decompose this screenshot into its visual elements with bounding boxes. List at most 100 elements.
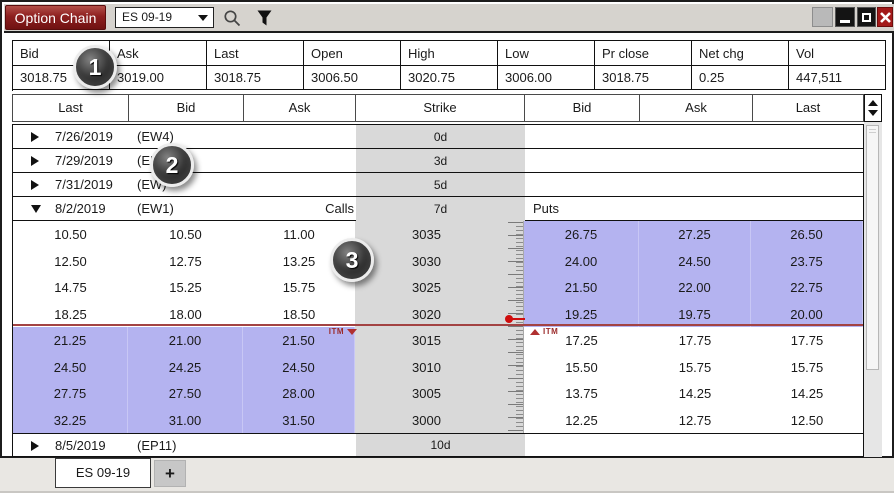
itm-label: ITM <box>543 327 558 336</box>
close-button[interactable] <box>877 7 893 27</box>
quote-value-prclose: 3018.75 <box>595 66 692 90</box>
put-bid-cell[interactable]: 21.50 <box>524 274 639 301</box>
expiry-date: 8/5/2019 <box>55 438 137 453</box>
put-ask-cell[interactable]: 24.50 <box>639 248 751 275</box>
instrument-dropdown[interactable]: ES 09-19 <box>115 7 214 28</box>
call-last-cell[interactable]: 21.25 <box>13 327 128 354</box>
expiry-row-7-26[interactable]: 7/26/2019 (EW4) 0d <box>13 125 863 149</box>
call-ask-cell[interactable]: 31.50 <box>243 407 355 434</box>
call-last-cell[interactable]: 12.50 <box>13 248 128 275</box>
put-bid-cell[interactable]: 15.50 <box>524 354 639 381</box>
expiry-row-8-2[interactable]: 8/2/2019 (EW1) Calls 7d Puts <box>13 197 863 221</box>
call-bid-cell[interactable]: 27.50 <box>128 380 243 407</box>
quote-value-open: 3006.50 <box>304 66 401 90</box>
annotation-badge-3: 3 <box>330 238 374 282</box>
call-bid-cell[interactable]: 10.50 <box>128 221 243 248</box>
put-bid-cell[interactable]: 24.00 <box>524 248 639 275</box>
put-ask-cell[interactable]: 27.25 <box>639 221 751 248</box>
call-ask-cell[interactable]: 24.50 <box>243 354 355 381</box>
collapse-arrow-icon <box>31 205 41 213</box>
put-bid-cell[interactable]: 26.75 <box>524 221 639 248</box>
put-ask-cell[interactable]: 15.75 <box>639 354 751 381</box>
call-bid-cell[interactable]: 12.75 <box>128 248 243 275</box>
expand-arrow-icon <box>31 180 39 190</box>
instrument-dropdown-value: ES 09-19 <box>122 10 172 24</box>
blank-button[interactable] <box>812 7 833 27</box>
col-header-call-bid: Bid <box>128 94 244 122</box>
call-last-cell[interactable]: 32.25 <box>13 407 128 434</box>
col-header-put-ask: Ask <box>639 94 753 122</box>
filter-icon[interactable] <box>256 9 273 32</box>
call-last-cell[interactable]: 27.75 <box>13 380 128 407</box>
put-last-cell[interactable]: 26.50 <box>751 221 863 248</box>
expiry-code: (EW4) <box>137 129 174 144</box>
strike-cell: 3030 <box>355 248 524 275</box>
put-last-cell[interactable]: 12.50 <box>751 407 863 434</box>
call-bid-cell[interactable]: 24.25 <box>128 354 243 381</box>
atm-price-line <box>13 324 863 326</box>
maximize-icon <box>862 13 871 22</box>
put-last-cell[interactable]: 22.75 <box>751 274 863 301</box>
days-to-expiry: 10d <box>356 434 525 456</box>
calls-itm-marker: ITM <box>285 327 357 336</box>
strike-ruler <box>500 221 524 433</box>
put-last-cell[interactable]: 15.75 <box>751 354 863 381</box>
vertical-scrollbar[interactable] <box>864 122 882 457</box>
put-last-cell[interactable]: 23.75 <box>751 248 863 275</box>
put-bid-cell[interactable]: 12.25 <box>524 407 639 434</box>
expiry-row-7-31[interactable]: 7/31/2019 (EW) 5d <box>13 173 863 197</box>
expiry-date: 7/26/2019 <box>55 129 137 144</box>
call-bid-cell[interactable]: 15.25 <box>128 274 243 301</box>
put-ask-cell[interactable]: 14.25 <box>639 380 751 407</box>
col-header-put-bid: Bid <box>524 94 640 122</box>
put-last-cell[interactable]: 17.75 <box>751 327 863 354</box>
col-header-call-last: Last <box>12 94 129 122</box>
expand-arrow-icon <box>31 156 39 166</box>
minimize-icon <box>840 20 850 23</box>
option-grid: 10.50 10.50 11.00 3035 26.75 27.25 26.50… <box>13 221 863 433</box>
quote-value-vol: 447,511 <box>789 66 886 90</box>
call-bid-cell[interactable]: 21.00 <box>128 327 243 354</box>
expand-arrow-icon <box>31 441 39 451</box>
scroll-up-icon[interactable] <box>868 100 878 106</box>
tab-bar: ES 09-19 + <box>0 458 894 493</box>
quote-header-netchg: Net chg <box>692 41 789 66</box>
expiry-row-7-29[interactable]: 7/29/2019 (EP15) 3d <box>13 149 863 173</box>
window-title: Option Chain <box>5 5 106 30</box>
call-last-cell[interactable]: 24.50 <box>13 354 128 381</box>
itm-triangle-icon <box>347 329 357 335</box>
strike-cell: 3010 <box>355 354 524 381</box>
expiry-date: 7/29/2019 <box>55 153 137 168</box>
search-icon[interactable] <box>223 9 241 32</box>
expiry-row-8-5[interactable]: 8/5/2019 (EP11) 10d <box>13 433 863 456</box>
maximize-button[interactable] <box>857 7 876 27</box>
quote-value-ask: 3019.00 <box>110 66 207 90</box>
scroll-down-icon[interactable] <box>868 110 878 116</box>
strike-cell: 3035 <box>355 221 524 248</box>
itm-triangle-icon <box>530 329 540 335</box>
quote-header-low: Low <box>498 41 595 66</box>
chain-header: Last Bid Ask Strike Bid Ask Last <box>12 94 864 122</box>
scroll-arrow-box[interactable] <box>864 94 882 122</box>
put-bid-cell[interactable]: 13.75 <box>524 380 639 407</box>
expiry-date: 7/31/2019 <box>55 177 137 192</box>
minimize-button[interactable] <box>835 7 855 27</box>
add-tab-button[interactable]: + <box>154 460 186 487</box>
itm-label: ITM <box>329 327 344 336</box>
expiry-date: 8/2/2019 <box>55 201 137 216</box>
call-ask-cell[interactable]: 28.00 <box>243 380 355 407</box>
put-ask-cell[interactable]: 17.75 <box>639 327 751 354</box>
put-ask-cell[interactable]: 22.00 <box>639 274 751 301</box>
call-last-cell[interactable]: 14.75 <box>13 274 128 301</box>
days-to-expiry: 3d <box>356 149 525 172</box>
tab-es-09-19[interactable]: ES 09-19 <box>55 458 151 488</box>
put-ask-cell[interactable]: 12.75 <box>639 407 751 434</box>
call-bid-cell[interactable]: 31.00 <box>128 407 243 434</box>
scrollbar-thumb[interactable] <box>866 125 879 370</box>
puts-label: Puts <box>533 197 559 220</box>
quote-value-last: 3018.75 <box>207 66 304 90</box>
call-last-cell[interactable]: 10.50 <box>13 221 128 248</box>
call-ask-cell[interactable]: 15.75 <box>243 274 355 301</box>
quote-header-ask: Ask <box>110 41 207 66</box>
put-last-cell[interactable]: 14.25 <box>751 380 863 407</box>
